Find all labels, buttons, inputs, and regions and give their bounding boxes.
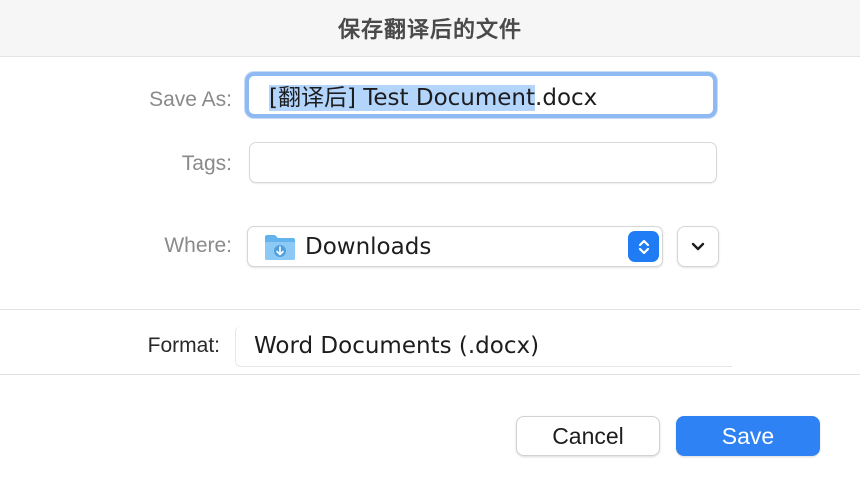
save-button[interactable]: Save [676,416,820,456]
save-as-label: Save As: [149,88,232,111]
tags-field[interactable] [249,142,717,183]
cancel-button[interactable]: Cancel [516,416,660,456]
dialog-titlebar: 保存翻译后的文件 [0,0,860,57]
downloads-folder-icon [265,234,295,260]
save-dialog: 保存翻译后的文件 Save As: [翻译后] Test Document.do… [0,0,860,496]
divider [0,309,860,310]
save-as-text: [翻译后] Test Document.docx [269,78,597,112]
where-label: Where: [164,234,232,257]
format-label: Format: [147,334,220,357]
save-as-field[interactable]: [翻译后] Test Document.docx [245,72,717,118]
tags-label: Tags: [181,152,232,175]
divider [0,374,860,375]
chevron-down-icon [691,242,705,250]
up-down-chevron-icon [628,231,659,262]
format-value: Word Documents (.docx) [254,333,540,359]
save-as-selected-text: [翻译后] Test Document [269,85,536,111]
where-value: Downloads [305,233,432,260]
where-popup[interactable]: Downloads [247,226,663,267]
expand-dialog-button[interactable] [677,226,719,267]
dialog-title: 保存翻译后的文件 [337,18,522,43]
format-popup[interactable]: Word Documents (.docx) [235,326,732,367]
save-as-extension: .docx [535,85,598,111]
